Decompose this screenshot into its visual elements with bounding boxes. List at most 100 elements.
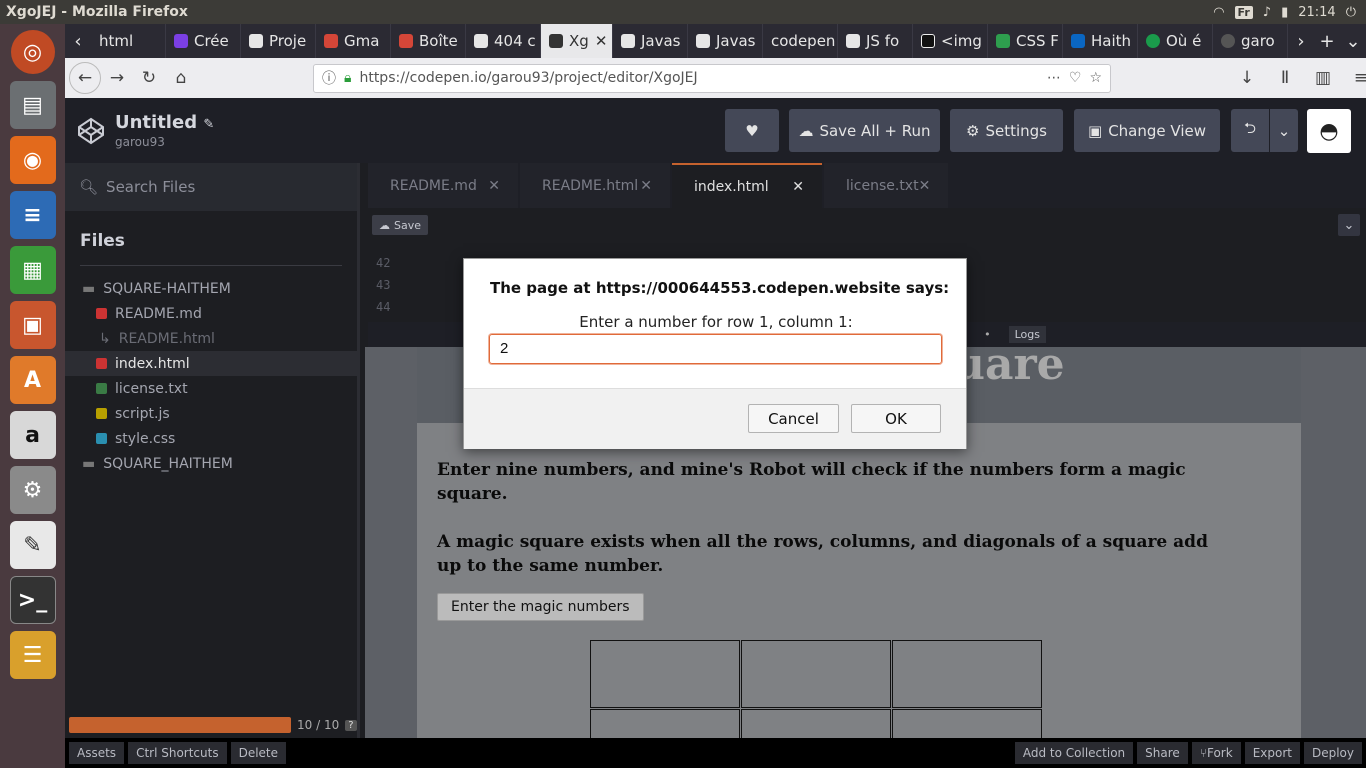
editor-tab[interactable]: license.txt ✕ [824,163,948,208]
browser-tab[interactable]: Gma [316,24,391,58]
editor-tab-active[interactable]: index.html ✕ [672,163,822,208]
browser-tab[interactable]: CSS F [988,24,1063,58]
project-title[interactable]: Untitled [115,112,197,133]
close-icon[interactable]: ✕ [919,178,931,194]
folder-item[interactable]: ▬ SQUARE-HAITHEM [65,276,357,301]
files-app-icon[interactable]: ▤ [9,81,56,129]
stacked-apps-icon[interactable]: ☰ [9,631,56,679]
editor-tab[interactable]: README.html ✕ [520,163,670,208]
browser-tab[interactable]: Javas [613,24,688,58]
search-files-field[interactable]: 🔍︎ Search Files [65,163,357,211]
tab-scroll-right-icon[interactable]: › [1288,24,1314,58]
pin-button[interactable]: ⮌ [1231,109,1269,152]
reload-icon[interactable]: ↻ [133,62,165,94]
save-all-run-button[interactable]: ☁ Save All + Run [789,109,940,152]
browser-tab-active[interactable]: Xg ✕ [541,24,613,58]
edit-pencil-icon[interactable]: ✎ [203,117,214,132]
fork-button[interactable]: ⑂ Fork [1191,742,1241,764]
file-item-active[interactable]: index.html [65,351,357,376]
file-item[interactable]: style.css [65,426,357,451]
calc-app-icon[interactable]: ▦ [9,246,56,294]
file-item[interactable]: ↳ README.html [65,326,357,351]
assets-button[interactable]: Assets [69,742,125,764]
firefox-app-icon[interactable]: ◉ [9,136,56,184]
forward-icon[interactable]: → [101,62,133,94]
browser-tab[interactable]: <img [913,24,988,58]
downloads-icon[interactable]: ↓ [1231,62,1263,94]
bookmark-star-icon[interactable]: ☆ [1089,70,1102,86]
save-button[interactable]: ☁ Save [372,215,429,235]
editor-tab[interactable]: README.md ✕ [368,163,518,208]
browser-tab[interactable]: Javas [688,24,763,58]
keyboard-layout-indicator[interactable]: Fr [1234,5,1253,19]
browser-tab[interactable]: codepen [763,24,838,58]
browser-tab[interactable]: garo [1213,24,1288,58]
system-settings-icon[interactable]: ⚙ [9,466,56,514]
prompt-input[interactable]: 2 [489,334,942,364]
page-actions-icon[interactable]: ⋯ [1047,70,1061,86]
folder-item[interactable]: ▬ SQUARE_HAITHEM [65,451,357,476]
writer-app-icon[interactable]: ≡ [9,191,56,239]
export-button[interactable]: Export [1244,742,1300,764]
tab-title: JS fo [866,32,900,50]
home-icon[interactable]: ⌂ [165,62,197,94]
software-center-icon[interactable]: A [9,356,56,404]
love-button[interactable]: ♥ [725,109,779,152]
avatar[interactable]: ◓ [1307,109,1351,153]
file-item[interactable]: license.txt [65,376,357,401]
pocket-icon[interactable]: ♡ [1069,70,1082,86]
tab-title: garo [1241,32,1275,50]
add-to-collection-button[interactable]: Add to Collection [1014,742,1134,764]
deploy-button[interactable]: Deploy [1303,742,1362,764]
url-text[interactable]: https://codepen.io/garou93/project/edito… [359,70,697,86]
browser-tab[interactable]: Proje [241,24,316,58]
file-item[interactable]: README.md [65,301,357,326]
settings-button[interactable]: ⚙ Settings [950,109,1063,152]
editor-collapse-chevron-down-icon[interactable]: ⌄ [1338,214,1360,236]
cancel-button[interactable]: Cancel [748,404,839,433]
battery-icon[interactable]: ▮ [1281,5,1288,20]
codepen-logo-icon[interactable] [69,109,113,153]
url-bar[interactable]: ⓘ 🔒︎ https://codepen.io/garou93/project/… [313,63,1111,93]
ubuntu-dash-icon[interactable]: ◎ [10,30,55,74]
lock-icon[interactable]: 🔒︎ [344,70,351,86]
library-icon[interactable]: Ⅱ [1269,62,1301,94]
browser-tab[interactable]: Crée [166,24,241,58]
help-icon[interactable]: ? [345,719,357,731]
new-tab-icon[interactable]: + [1314,24,1340,58]
enter-magic-numbers-button[interactable]: Enter the magic numbers [437,593,644,621]
tab-scroll-left-icon[interactable]: ‹ [65,24,91,58]
volume-icon[interactable]: ♪ [1263,5,1271,20]
browser-tab[interactable]: html [91,24,166,58]
terminal-app-icon[interactable]: >_ [9,576,56,624]
username[interactable]: garou93 [115,135,214,149]
browser-tab[interactable]: Où é [1138,24,1213,58]
tab-list-chevron-down-icon[interactable]: ⌄ [1340,24,1366,58]
clock[interactable]: 21:14 [1298,5,1335,20]
browser-tab[interactable]: Boîte [391,24,466,58]
browser-tab[interactable]: 404 c [466,24,541,58]
delete-button[interactable]: Delete [230,742,287,764]
file-item[interactable]: script.js [65,401,357,426]
hamburger-menu-icon[interactable]: ≡ [1345,62,1366,94]
power-icon[interactable]: ⏻ [1346,5,1356,20]
browser-tab[interactable]: JS fo [838,24,913,58]
change-view-button[interactable]: ▣ Change View [1074,109,1220,152]
info-icon[interactable]: ⓘ [322,68,336,88]
back-icon[interactable]: ← [69,62,101,94]
text-editor-icon[interactable]: ✎ [9,521,56,569]
sidebar-toggle-icon[interactable]: ▥ [1307,62,1339,94]
pin-dropdown-button[interactable]: ⌄ [1270,109,1298,152]
impress-app-icon[interactable]: ▣ [9,301,56,349]
close-icon[interactable]: ✕ [488,178,500,194]
close-icon[interactable]: ✕ [640,178,652,194]
amazon-app-icon[interactable]: a [9,411,56,459]
ok-button[interactable]: OK [851,404,941,433]
shortcuts-button[interactable]: Ctrl Shortcuts [128,742,227,764]
close-tab-icon[interactable]: ✕ [595,32,608,50]
browser-tab[interactable]: Haith [1063,24,1138,58]
share-button[interactable]: Share [1137,742,1188,764]
close-icon[interactable]: ✕ [792,179,804,195]
wifi-icon[interactable]: ◠ [1213,5,1224,20]
logs-button[interactable]: Logs [1008,326,1046,343]
